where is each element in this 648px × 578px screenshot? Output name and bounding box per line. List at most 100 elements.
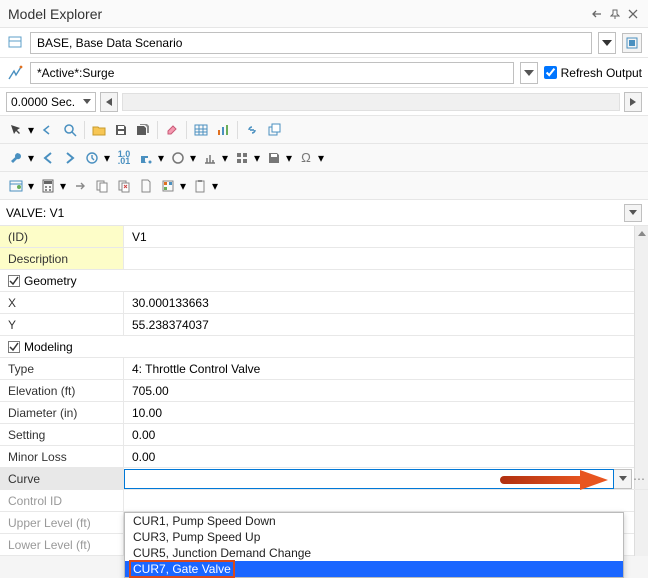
chart-icon[interactable] [213, 120, 233, 140]
close-icon[interactable] [626, 7, 640, 21]
prop-elevation-value[interactable]: 705.00 [124, 380, 648, 401]
scenario-manage-button[interactable] [622, 33, 642, 53]
chevron-down-icon[interactable]: ▾ [220, 148, 230, 168]
chevron-down-icon[interactable]: ▾ [26, 176, 36, 196]
popup-icon[interactable] [264, 120, 284, 140]
element-dropdown[interactable] [624, 204, 642, 222]
prop-controlid-label: Control ID [0, 490, 124, 511]
chevron-down-icon[interactable]: ▾ [26, 120, 36, 140]
prop-curve-label: Curve [0, 468, 124, 489]
refresh-output-label: Refresh Output [561, 66, 642, 80]
disk-sm-icon[interactable] [264, 148, 284, 168]
circle-icon[interactable] [168, 148, 188, 168]
prop-minorloss-value[interactable]: 0.00 [124, 446, 648, 467]
prop-diameter-value[interactable]: 10.00 [124, 402, 648, 423]
prop-upperlevel-label: Upper Level (ft) [0, 512, 124, 533]
prop-lowerlevel-label: Lower Level (ft) [0, 534, 124, 555]
analysis-dropdown[interactable] [520, 62, 538, 84]
curve-input[interactable] [124, 469, 614, 489]
prop-x-value[interactable]: 30.000133663 [124, 292, 648, 313]
time-slider[interactable] [122, 93, 620, 111]
curve-option-selected[interactable]: CUR7, Gate Valve [125, 561, 623, 577]
prop-description-label: Description [0, 248, 124, 269]
modeling-toggle-icon[interactable] [8, 341, 20, 353]
clock-icon[interactable] [82, 148, 102, 168]
numeric-icon[interactable]: 1.0.01 [114, 148, 134, 168]
prop-elevation-label: Elevation (ft) [0, 380, 124, 401]
prop-y-value[interactable]: 55.238374037 [124, 314, 648, 335]
scenario-value: BASE, Base Data Scenario [37, 36, 182, 50]
chevron-down-icon[interactable]: ▾ [58, 176, 68, 196]
curve-dropdown-button[interactable] [614, 469, 632, 489]
prop-diameter-label: Diameter (in) [0, 402, 124, 423]
dock-left-icon[interactable] [590, 7, 604, 21]
curve-option[interactable]: CUR1, Pump Speed Down [125, 513, 623, 529]
link-icon[interactable] [242, 120, 262, 140]
chevron-down-icon[interactable]: ▾ [210, 176, 220, 196]
section-geometry-label: Geometry [24, 274, 77, 288]
section-geometry[interactable]: Geometry [0, 270, 648, 292]
open-folder-icon[interactable] [89, 120, 109, 140]
time-prev-button[interactable] [100, 92, 118, 112]
time-combo[interactable]: 0.0000 Sec. [6, 92, 96, 112]
prop-description-value[interactable] [124, 248, 648, 269]
time-next-button[interactable] [624, 92, 642, 112]
prop-x-label: X [0, 292, 124, 313]
curve-ellipsis-icon[interactable]: ⋯ [632, 469, 646, 489]
prop-type-label: Type [0, 358, 124, 379]
save-icon[interactable] [111, 120, 131, 140]
zoom-icon[interactable] [60, 120, 80, 140]
analysis-value: *Active*:Surge [37, 66, 114, 80]
section-modeling[interactable]: Modeling [0, 336, 648, 358]
back-icon[interactable] [38, 120, 58, 140]
section-modeling-label: Modeling [24, 340, 73, 354]
dup2-icon[interactable] [114, 176, 134, 196]
prop-id-value[interactable]: V1 [124, 226, 648, 247]
curve-dropdown-popup: CUR1, Pump Speed Down CUR3, Pump Speed U… [124, 512, 624, 578]
arrow-nav-icon[interactable] [70, 176, 90, 196]
scroll-up-icon[interactable] [635, 226, 648, 240]
dup1-icon[interactable] [92, 176, 112, 196]
chevron-down-icon[interactable]: ▾ [284, 148, 294, 168]
grid-icon[interactable] [232, 148, 252, 168]
select-tool-icon[interactable] [6, 120, 26, 140]
chevron-down-icon[interactable]: ▾ [316, 148, 326, 168]
curve-option[interactable]: CUR3, Pump Speed Up [125, 529, 623, 545]
scenario-dropdown[interactable] [598, 32, 616, 54]
chevron-down-icon[interactable]: ▾ [102, 148, 112, 168]
omega-icon[interactable]: Ω [296, 148, 316, 168]
faucet-icon[interactable] [136, 148, 156, 168]
prop-id-label: (ID) [0, 226, 124, 247]
annotation-highlight-box: CUR7, Gate Valve [129, 560, 235, 578]
calc-icon[interactable] [38, 176, 58, 196]
category-icon[interactable] [6, 176, 26, 196]
scenario-icon [6, 34, 24, 52]
geometry-toggle-icon[interactable] [8, 275, 20, 287]
chevron-down-icon[interactable]: ▾ [252, 148, 262, 168]
paste-icon[interactable] [190, 176, 210, 196]
prop-minorloss-label: Minor Loss [0, 446, 124, 467]
chevron-down-icon[interactable]: ▾ [188, 148, 198, 168]
curve-option[interactable]: CUR5, Junction Demand Change [125, 545, 623, 561]
wrench-icon[interactable] [6, 148, 26, 168]
arrow-left-icon[interactable] [38, 148, 58, 168]
doc-icon[interactable] [136, 176, 156, 196]
prop-setting-value[interactable]: 0.00 [124, 424, 648, 445]
element-label: VALVE: V1 [6, 206, 624, 220]
refresh-output-checkbox[interactable]: Refresh Output [544, 66, 642, 80]
chevron-down-icon[interactable]: ▾ [26, 148, 36, 168]
save-multi-icon[interactable] [133, 120, 153, 140]
palette-icon[interactable] [158, 176, 178, 196]
arrow-right-icon[interactable] [60, 148, 80, 168]
chevron-down-icon[interactable]: ▾ [178, 176, 188, 196]
analysis-field[interactable]: *Active*:Surge [30, 62, 514, 84]
trace-icon[interactable] [200, 148, 220, 168]
scenario-field[interactable]: BASE, Base Data Scenario [30, 32, 592, 54]
panel-title: Model Explorer [8, 6, 586, 22]
analysis-icon [6, 64, 24, 82]
pin-icon[interactable] [608, 7, 622, 21]
prop-type-value[interactable]: 4: Throttle Control Valve [124, 358, 648, 379]
table-icon[interactable] [191, 120, 211, 140]
erase-icon[interactable] [162, 120, 182, 140]
chevron-down-icon[interactable]: ▾ [156, 148, 166, 168]
